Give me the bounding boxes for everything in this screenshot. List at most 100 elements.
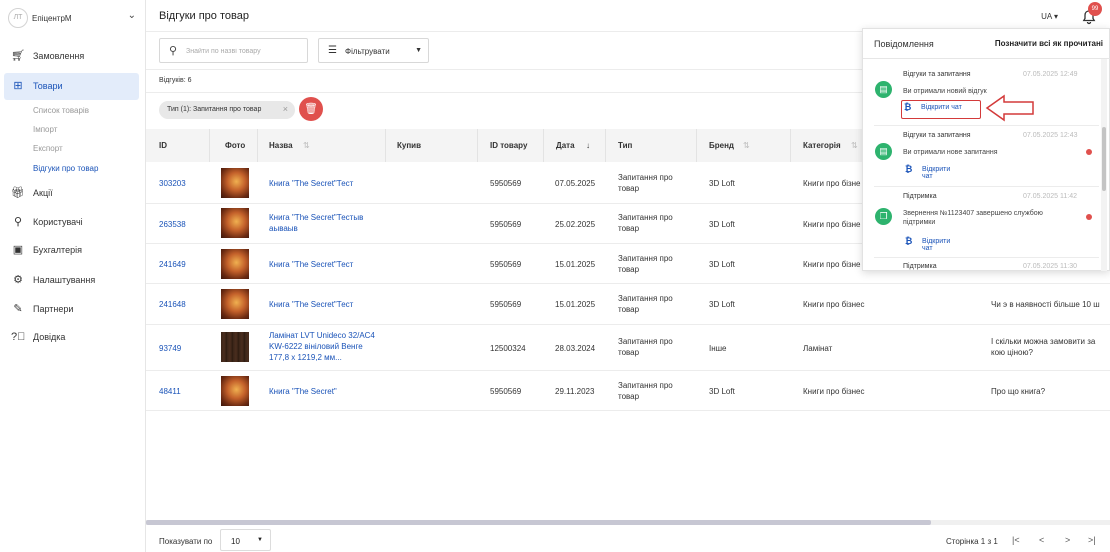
clear-filters-button[interactable]: 🗑︎	[299, 97, 323, 121]
row-id-link[interactable]: 241648	[159, 299, 186, 310]
row-category: Книги про бізне	[803, 220, 861, 229]
column-header-product-id[interactable]: ID товару	[478, 129, 544, 162]
chevron-down-icon: ▼	[257, 537, 263, 543]
subitem-product-list[interactable]: Список товарів	[33, 106, 89, 115]
search-box[interactable]: ⚲	[159, 38, 308, 63]
product-name-link[interactable]: Книга "The Secret"Тестываываыв	[269, 212, 364, 234]
close-icon[interactable]: ×	[283, 104, 288, 114]
product-thumbnail	[221, 208, 249, 238]
chat-link-icon: ₿	[904, 102, 912, 112]
row-id-link[interactable]: 303203	[159, 178, 186, 189]
column-header-type[interactable]: Тип	[606, 129, 697, 162]
notification-time: 07.05.2025 12:49	[1023, 71, 1078, 78]
sidebar-item-accounting[interactable]: ▣ Бухгалтерія	[4, 237, 139, 264]
subitem-reviews[interactable]: Відгуки про товар	[33, 164, 98, 173]
next-page-icon[interactable]: >	[1065, 535, 1070, 545]
subitem-export[interactable]: Експорт	[33, 144, 63, 153]
row-brand: 3D Loft	[709, 260, 735, 269]
sidebar: ЛТ ЕпіцентрМ ⌄ 🛒︎ Замовлення ⊞ Товари Сп…	[0, 0, 146, 552]
column-header-name[interactable]: Назва ⇅	[258, 129, 386, 162]
column-header-brand[interactable]: Бренд ⇅	[697, 129, 791, 162]
row-brand: 3D Loft	[709, 179, 735, 188]
last-page-icon[interactable]: >|	[1088, 535, 1096, 545]
sidebar-item-partners[interactable]: ✎ Партнери	[4, 296, 139, 323]
chip-label: Тип (1): Запитання про товар	[167, 106, 262, 113]
sidebar-item-orders[interactable]: 🛒︎ Замовлення	[4, 43, 139, 70]
row-id-link[interactable]: 241649	[159, 259, 186, 270]
sidebar-item-promotions[interactable]: 🎁︎ Акції	[4, 180, 139, 207]
horizontal-scrollbar[interactable]	[146, 520, 1110, 525]
sort-icon: ⇅	[743, 141, 750, 150]
product-id: 5950569	[490, 300, 522, 309]
pagination-footer: Показувати по 10 ▼ Сторінка 1 з 1 |< < >…	[146, 527, 1110, 552]
sidebar-item-label: Бухгалтерія	[33, 245, 82, 255]
chat-link-icon: ₿	[905, 236, 913, 246]
row-id-link[interactable]: 93749	[159, 343, 181, 354]
language-select[interactable]: UA ▾	[1041, 12, 1058, 21]
chevron-down-icon: ▼	[415, 47, 422, 54]
product-id: 5950569	[490, 260, 522, 269]
row-id-link[interactable]: 48411	[159, 386, 181, 397]
filter-button[interactable]: ☰ Фільтрувати ▼	[318, 38, 429, 63]
notifications-scrollbar[interactable]	[1101, 59, 1107, 271]
product-name-link[interactable]: Книга "The Secret"Тест	[269, 299, 379, 310]
row-brand: 3D Loft	[709, 300, 735, 309]
product-name-link[interactable]: Книга "The Secret"	[269, 386, 379, 397]
row-type: Запитання про товар	[618, 337, 673, 357]
scrollbar-thumb[interactable]	[1102, 127, 1106, 191]
sidebar-item-label: Користувачі	[33, 217, 83, 227]
row-date: 29.11.2023	[555, 387, 595, 396]
company-switcher[interactable]: ЛТ ЕпіцентрМ ⌄	[8, 8, 138, 30]
chat-link-icon: ₿	[905, 164, 913, 174]
row-brand: 3D Loft	[709, 387, 735, 396]
column-header-id[interactable]: ID	[146, 129, 210, 162]
row-type: Запитання про товар	[618, 254, 673, 274]
row-divider	[146, 410, 1110, 411]
column-header-date[interactable]: Дата ↓	[544, 129, 606, 162]
first-page-icon[interactable]: |<	[1012, 535, 1020, 545]
search-input[interactable]	[186, 44, 301, 58]
prev-page-icon[interactable]: <	[1039, 535, 1044, 545]
open-chat-label: Відкрити чат	[921, 104, 962, 111]
row-review-text: І скільки можна замовити за кою ціною?	[991, 337, 1096, 357]
help-icon: ?⃝	[11, 331, 26, 343]
row-review-text: Чи э в наявності більше 10 ш	[991, 300, 1100, 309]
notification-count-badge: 99	[1088, 2, 1102, 16]
row-id-link[interactable]: 263538	[159, 219, 186, 230]
notification-title: Відгуки та запитання	[903, 132, 971, 139]
sidebar-item-settings[interactable]: ⚙ Налаштування	[4, 267, 139, 294]
product-name-link[interactable]: Ламінат LVT Unideco 32/АС4 KW-6222 вініл…	[269, 330, 377, 365]
support-chat-icon: ❐	[875, 208, 892, 225]
open-chat-button[interactable]: ₿ Відкрити чат	[901, 100, 981, 119]
product-thumbnail	[221, 168, 249, 198]
active-filter-chip[interactable]: Тип (1): Запитання про товар ×	[159, 101, 295, 119]
sidebar-item-help[interactable]: ?⃝ Довідка	[4, 324, 139, 351]
sidebar-item-label: Довідка	[33, 332, 66, 342]
per-page-select[interactable]: 10 ▼	[220, 529, 271, 551]
product-name-link[interactable]: Книга "The Secret"Тест	[269, 178, 379, 189]
notification-title: Підтримка	[903, 193, 937, 200]
sidebar-item-users[interactable]: ⚲ Користувачі	[4, 209, 139, 236]
column-header-label: Бренд	[709, 141, 734, 150]
page-info: Сторінка 1 з 1	[946, 537, 998, 546]
unread-dot	[1086, 214, 1092, 220]
row-divider	[146, 324, 1110, 325]
notification-text: Ви отримали нове запитання	[903, 149, 998, 156]
notification-button[interactable]: 99	[1080, 2, 1102, 26]
search-icon: ⚲	[169, 45, 178, 57]
filter-label: Фільтрувати	[345, 47, 390, 56]
notifications-panel: Повідомлення Позначити всі як прочитані …	[862, 28, 1110, 271]
language-value: UA	[1041, 12, 1052, 21]
row-date: 15.01.2025	[555, 300, 596, 309]
row-category: Книги про бізне	[803, 179, 861, 188]
notification-divider	[874, 125, 1099, 126]
subitem-import[interactable]: Імпорт	[33, 125, 57, 134]
sidebar-item-label: Товари	[33, 81, 63, 91]
scrollbar-thumb[interactable]	[146, 520, 931, 525]
product-thumbnail	[221, 376, 249, 406]
sidebar-item-label: Партнери	[33, 304, 74, 314]
product-name-link[interactable]: Книга "The Secret"Тест	[269, 259, 379, 270]
mark-all-read-button[interactable]: Позначити всі як прочитані	[995, 39, 1103, 48]
notification-title: Відгуки та запитання	[903, 71, 971, 78]
sidebar-item-products[interactable]: ⊞ Товари	[4, 73, 139, 100]
